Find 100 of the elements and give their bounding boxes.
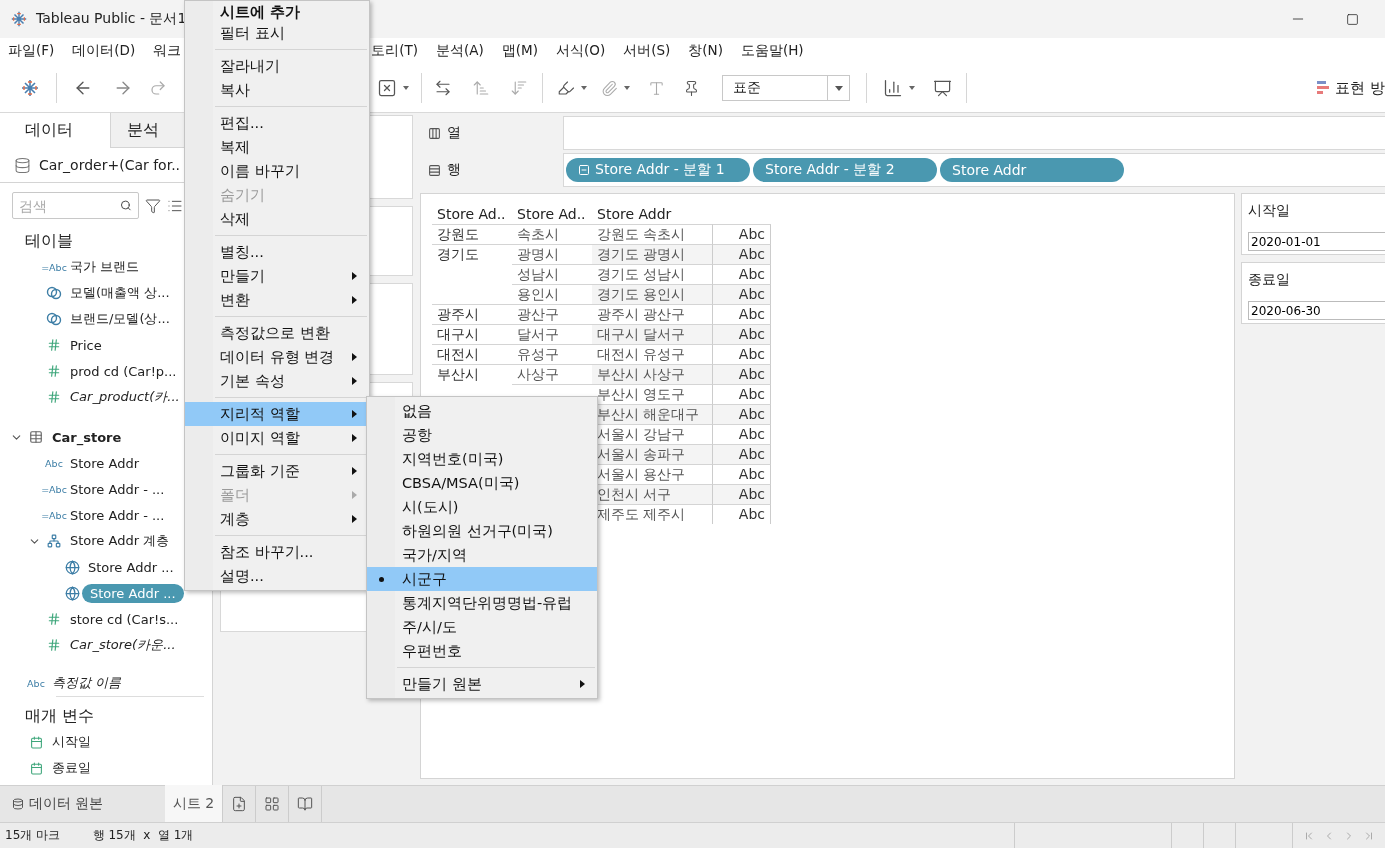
field-item[interactable]: 브랜드/모델(상... bbox=[70, 310, 170, 328]
field-item[interactable]: Car_store(카운... bbox=[70, 636, 176, 654]
filter-icon[interactable] bbox=[145, 197, 161, 214]
field-item[interactable]: Store Addr ... bbox=[88, 559, 174, 575]
new-dashboard-icon[interactable] bbox=[264, 796, 280, 812]
table-cell: 광주시 bbox=[437, 306, 479, 322]
column-header[interactable]: Store Ad.. bbox=[512, 204, 592, 224]
caret-icon[interactable] bbox=[403, 86, 409, 90]
field-item[interactable]: 모델(매출액 상... bbox=[70, 284, 170, 302]
field-item[interactable]: store cd (Car!s... bbox=[70, 611, 179, 627]
menu-item[interactable]: 이름 바꾸기 bbox=[185, 159, 369, 183]
menu-item[interactable]: 만들기 bbox=[185, 264, 369, 288]
table-cell: 용인시 bbox=[517, 286, 559, 302]
app-logo-icon[interactable] bbox=[20, 78, 40, 98]
menu-item[interactable]: 이미지 역할 bbox=[185, 426, 369, 450]
menu-item[interactable]: 필터 표시 bbox=[185, 21, 369, 45]
table-cell: 유성구 bbox=[517, 346, 559, 362]
menu-item[interactable]: 분석(A) bbox=[436, 42, 484, 60]
menu-item[interactable]: 통계지역단위명명법-유럽 bbox=[367, 591, 597, 615]
menu-item[interactable]: 계층 bbox=[185, 507, 369, 531]
menu-item[interactable]: 기본 속성 bbox=[185, 369, 369, 393]
pin-icon[interactable] bbox=[683, 79, 700, 97]
column-header[interactable]: Store Ad.. bbox=[432, 204, 512, 224]
string-icon: =Abc bbox=[41, 261, 67, 273]
field-item[interactable]: prod cd (Car!p... bbox=[70, 363, 177, 379]
maximize-icon[interactable] bbox=[1346, 12, 1359, 26]
menu-item[interactable]: 데이터(D) bbox=[72, 42, 136, 60]
menu-item[interactable]: CBSA/MSA(미국) bbox=[367, 471, 597, 495]
menu-item[interactable]: 맵(M) bbox=[501, 42, 538, 60]
menu-item[interactable]: 서버(S) bbox=[623, 42, 671, 60]
sheet-tab[interactable]: 시트 2 bbox=[165, 785, 223, 822]
marks-count: 15개 마크 bbox=[4, 827, 62, 844]
new-story-icon[interactable] bbox=[297, 796, 313, 812]
menu-item[interactable]: 주/시/도 bbox=[367, 615, 597, 639]
number-icon bbox=[47, 638, 61, 652]
menu-item[interactable]: 별칭... bbox=[185, 240, 369, 264]
menu-item[interactable]: 공항 bbox=[367, 423, 597, 447]
field-item[interactable]: Store Addr - ... bbox=[70, 481, 165, 497]
table-cell: 강원도 속초시 bbox=[597, 226, 686, 242]
caret-icon[interactable] bbox=[909, 86, 915, 90]
field-item[interactable]: 국가 브랜드 bbox=[70, 258, 140, 276]
mark-size-dropdown[interactable]: 표준 bbox=[722, 75, 850, 101]
menu-item[interactable]: 만들기 원본 bbox=[367, 672, 597, 696]
menu-item[interactable]: 변환 bbox=[185, 288, 369, 312]
shelf-label: 행 bbox=[447, 161, 461, 179]
menu-item[interactable]: 지역번호(미국) bbox=[367, 447, 597, 471]
menu-item[interactable]: 도움말(H) bbox=[740, 42, 804, 60]
field-item[interactable]: Store Addr bbox=[70, 455, 139, 471]
table-cell: 사상구 bbox=[517, 366, 559, 382]
chart-icon[interactable] bbox=[883, 78, 903, 98]
clear-sheet-icon[interactable] bbox=[377, 78, 397, 98]
menu-item[interactable]: 토리(T) bbox=[371, 42, 419, 60]
caret-icon[interactable] bbox=[581, 86, 587, 90]
menu-item[interactable]: 지리적 역할 bbox=[185, 402, 369, 426]
menu-item[interactable]: 시(도시) bbox=[367, 495, 597, 519]
field-item[interactable]: Car_product(카... bbox=[70, 388, 180, 406]
search-box[interactable]: 검색 bbox=[12, 192, 139, 219]
highlighter-icon[interactable] bbox=[557, 79, 575, 97]
field-item[interactable]: 측정값 이름 bbox=[52, 674, 122, 692]
table-cell: 광주시 광산구 bbox=[597, 306, 686, 322]
menu-item[interactable]: 잘라내기 bbox=[185, 54, 369, 78]
menu-item[interactable]: 측정값으로 변환 bbox=[185, 321, 369, 345]
parameter-item[interactable]: 시작일 bbox=[52, 733, 91, 751]
menu-item[interactable]: 워크 bbox=[153, 42, 182, 60]
table-name[interactable]: Car_store bbox=[52, 429, 122, 445]
data-source-tab[interactable]: 데이터 원본 bbox=[0, 786, 165, 822]
parameter-item[interactable]: 종료일 bbox=[52, 759, 91, 777]
date-field[interactable]: 2020-06-30 bbox=[1248, 301, 1385, 320]
data-source-name[interactable]: Car_order+(Car for.. bbox=[39, 157, 181, 173]
presentation-icon[interactable] bbox=[933, 78, 952, 98]
menu-item[interactable]: 없음 bbox=[367, 399, 597, 423]
paperclip-icon[interactable] bbox=[601, 79, 618, 97]
swap-icon[interactable] bbox=[434, 79, 452, 97]
menu-item[interactable]: 서식(O) bbox=[556, 42, 606, 60]
menu-item[interactable]: 하원의원 선거구(미국) bbox=[367, 519, 597, 543]
table-cell: 경기도 용인시 bbox=[597, 286, 686, 302]
menu-item[interactable]: 그룹화 기준 bbox=[185, 459, 369, 483]
show-me-button[interactable]: 표현 방 bbox=[1317, 78, 1385, 98]
field-item[interactable]: Store Addr 계층 bbox=[70, 532, 170, 550]
menu-item[interactable]: 국가/지역 bbox=[367, 543, 597, 567]
field-item[interactable]: Price bbox=[70, 337, 102, 353]
set-icon bbox=[46, 285, 62, 301]
search-field[interactable]: 검색 bbox=[19, 197, 121, 214]
menu-item[interactable]: 삭제 bbox=[185, 207, 369, 231]
date-field[interactable]: 2020-01-01 bbox=[1248, 232, 1385, 251]
menu-item[interactable]: 데이터 유형 변경 bbox=[185, 345, 369, 369]
caret-icon[interactable] bbox=[624, 86, 630, 90]
collapse-icon[interactable] bbox=[578, 164, 590, 176]
menu-item[interactable]: 참조 바꾸기... bbox=[185, 540, 369, 564]
menu-item[interactable]: 설명... bbox=[185, 564, 369, 588]
column-header[interactable]: Store Addr bbox=[592, 204, 712, 224]
field-item[interactable]: Store Addr - ... bbox=[70, 507, 165, 523]
menu-item[interactable]: 시군구 bbox=[367, 567, 597, 591]
menu-item[interactable]: 시트에 추가 bbox=[185, 3, 369, 21]
menu-item[interactable]: 우편번호 bbox=[367, 639, 597, 663]
menu-item[interactable]: 창(N) bbox=[688, 42, 723, 60]
new-sheet-icon[interactable] bbox=[231, 796, 247, 812]
table-cell: Abc bbox=[738, 306, 765, 322]
menu-item[interactable]: 파일(F) bbox=[8, 42, 55, 60]
menu-item[interactable]: 복사 bbox=[185, 78, 369, 102]
